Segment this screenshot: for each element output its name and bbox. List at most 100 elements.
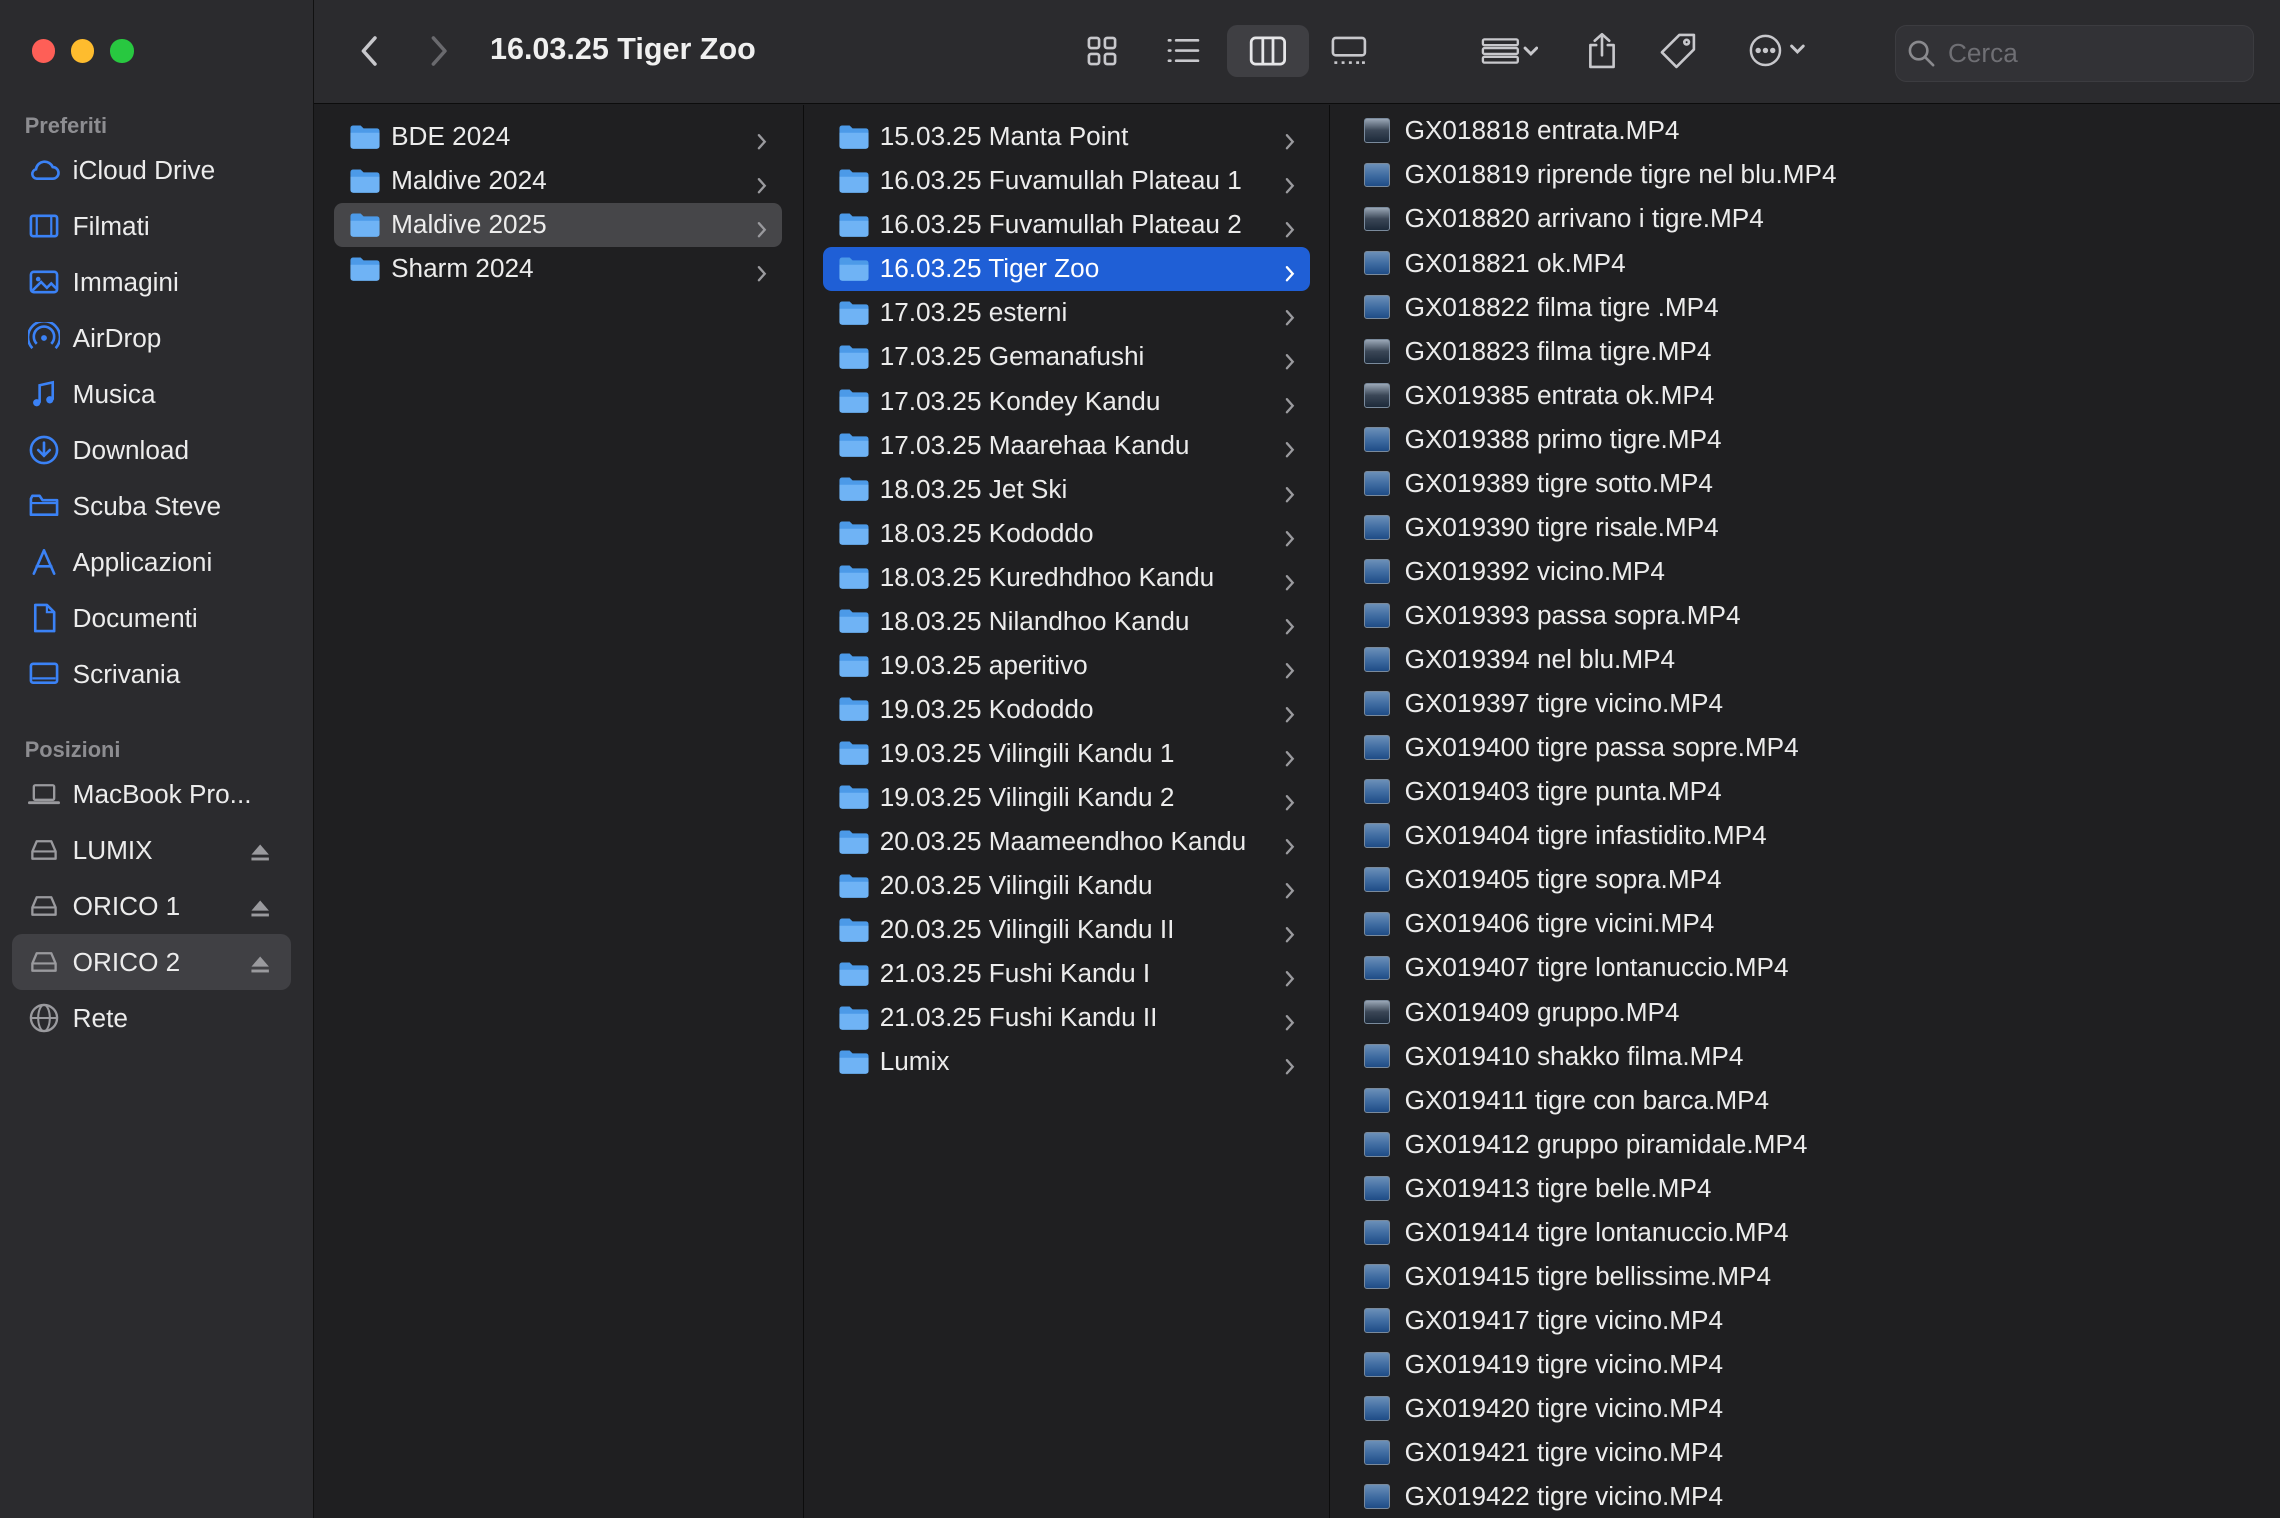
file-row[interactable]: GX019403 tigre punta.MP4 (1363, 770, 1722, 814)
sidebar-item-lumix[interactable]: LUMIX (12, 822, 291, 878)
folder-row[interactable]: Lumix (823, 1040, 1310, 1084)
file-name: GX019400 tigre passa sopre.MP4 (1404, 732, 1799, 763)
column-2[interactable]: 15.03.25 Manta Point 16.03.25 Fuvamullah … (804, 104, 1331, 1518)
sidebar-item-immagini[interactable]: Immagini (12, 254, 291, 310)
file-row[interactable]: GX019421 tigre vicino.MP4 (1363, 1431, 1723, 1475)
view-icons-button[interactable] (1076, 25, 1128, 77)
folder-row[interactable]: 19.03.25 Vilingili Kandu 2 (823, 776, 1310, 820)
file-row[interactable]: GX019397 tigre vicino.MP4 (1363, 682, 1723, 726)
file-row[interactable]: GX019385 entrata ok.MP4 (1363, 373, 1714, 417)
file-row[interactable]: GX018819 riprende tigre nel blu.MP4 (1363, 153, 1837, 197)
more-actions-button[interactable] (1739, 25, 1820, 77)
share-button[interactable] (1579, 25, 1626, 77)
sidebar-item-scuba-steve[interactable]: Scuba Steve (12, 478, 291, 534)
file-name: GX019417 tigre vicino.MP4 (1404, 1304, 1724, 1335)
group-by-button[interactable] (1469, 25, 1550, 77)
folder-row[interactable]: 16.03.25 Fuvamullah Plateau 2 (823, 203, 1310, 247)
file-row[interactable]: GX018820 arrivano i tigre.MP4 (1363, 197, 1764, 241)
minimize-window-button[interactable] (71, 39, 95, 63)
forward-button[interactable] (419, 25, 460, 77)
file-row[interactable]: GX019422 tigre vicino.MP4 (1363, 1475, 1723, 1518)
column-3-files[interactable]: GX018818 entrata.MP4 GX018819 riprende ti… (1331, 105, 2280, 1518)
sidebar-item-filmati[interactable]: Filmati (12, 198, 291, 254)
sidebar-item-orico-1[interactable]: ORICO 1 (12, 878, 291, 934)
folder-row[interactable]: 18.03.25 Jet Ski (823, 467, 1310, 511)
file-row[interactable]: GX019406 tigre vicini.MP4 (1363, 902, 1714, 946)
folder-row[interactable]: 21.03.25 Fushi Kandu I (823, 952, 1310, 996)
folder-row[interactable]: 21.03.25 Fushi Kandu II (823, 996, 1310, 1040)
folder-row[interactable]: 18.03.25 Kuredhdhoo Kandu (823, 555, 1310, 599)
file-row[interactable]: GX019392 vicino.MP4 (1363, 550, 1665, 594)
eject-icon[interactable] (250, 840, 270, 861)
file-row[interactable]: GX019410 shakko filma.MP4 (1363, 1034, 1743, 1078)
folder-row[interactable]: 17.03.25 esterni (823, 291, 1310, 335)
folder-row[interactable]: 19.03.25 aperitivo (823, 644, 1310, 688)
folder-row[interactable]: BDE 2024 (334, 115, 782, 159)
file-row[interactable]: GX019414 tigre lontanuccio.MP4 (1363, 1211, 1789, 1255)
folder-row[interactable]: 17.03.25 Gemanafushi (823, 335, 1310, 379)
folder-row[interactable]: 17.03.25 Maarehaa Kandu (823, 423, 1310, 467)
file-row[interactable]: GX018823 filma tigre.MP4 (1363, 329, 1711, 373)
file-row[interactable]: GX019413 tigre belle.MP4 (1363, 1166, 1711, 1210)
sidebar-item-orico-2[interactable]: ORICO 2 (11, 934, 291, 991)
view-columns-button[interactable] (1227, 24, 1309, 78)
folder-row[interactable]: 20.03.25 Vilingili Kandu (823, 864, 1310, 908)
folder-row[interactable]: 17.03.25 Kondey Kandu (823, 379, 1310, 423)
eject-icon[interactable] (250, 896, 270, 917)
sidebar-item-download[interactable]: Download (12, 422, 291, 478)
file-row[interactable]: GX019389 tigre sotto.MP4 (1363, 462, 1713, 506)
view-list-button[interactable] (1157, 25, 1209, 77)
back-button[interactable] (349, 25, 390, 77)
eject-icon[interactable] (250, 952, 270, 973)
sidebar-item-scrivania[interactable]: Scrivania (12, 646, 291, 702)
chevron-right-icon (1284, 479, 1296, 502)
folder-row[interactable]: 15.03.25 Manta Point (823, 115, 1310, 159)
file-row[interactable]: GX019411 tigre con barca.MP4 (1363, 1078, 1769, 1122)
file-row[interactable]: GX019404 tigre infastidito.MP4 (1363, 814, 1767, 858)
file-row[interactable]: GX019419 tigre vicino.MP4 (1363, 1343, 1723, 1387)
folder-row[interactable]: 18.03.25 Kododdo (823, 511, 1310, 555)
sidebar-item-icloud-drive[interactable]: iCloud Drive (12, 143, 291, 199)
sidebar-item-macbook-pro[interactable]: MacBook Pro... (12, 766, 291, 822)
file-row[interactable]: GX019420 tigre vicino.MP4 (1363, 1387, 1723, 1431)
chevron-right-icon (1284, 391, 1296, 414)
tags-button[interactable] (1655, 25, 1702, 77)
sidebar-item-rete[interactable]: Rete (12, 990, 291, 1046)
folder-row[interactable]: 16.03.25 Tiger Zoo (823, 247, 1311, 291)
file-row[interactable]: GX019400 tigre passa sopre.MP4 (1363, 726, 1799, 770)
file-row[interactable]: GX019393 passa sopra.MP4 (1363, 594, 1741, 638)
file-row[interactable]: GX019412 gruppo piramidale.MP4 (1363, 1122, 1807, 1166)
file-row[interactable]: GX018818 entrata.MP4 (1363, 109, 1679, 153)
laptop-icon (27, 778, 60, 810)
folder-row[interactable]: 16.03.25 Fuvamullah Plateau 1 (823, 159, 1310, 203)
folder-row[interactable]: 19.03.25 Vilingili Kandu 1 (823, 732, 1310, 776)
file-row[interactable]: GX019388 primo tigre.MP4 (1363, 417, 1722, 461)
folder-row[interactable]: Sharm 2024 (334, 247, 782, 291)
file-row[interactable]: GX019394 nel blu.MP4 (1363, 638, 1675, 682)
sidebar-item-airdrop[interactable]: AirDrop (12, 310, 291, 366)
folder-row[interactable]: 20.03.25 Vilingili Kandu II (823, 908, 1310, 952)
folder-row[interactable]: 19.03.25 Kododdo (823, 688, 1310, 732)
file-row[interactable]: GX019415 tigre bellissime.MP4 (1363, 1255, 1771, 1299)
file-row[interactable]: GX019409 gruppo.MP4 (1363, 990, 1679, 1034)
view-gallery-button[interactable] (1323, 25, 1375, 77)
folder-name: 18.03.25 Kuredhdhoo Kandu (879, 561, 1215, 592)
sidebar-item-applicazioni[interactable]: Applicazioni (12, 534, 291, 590)
chevron-right-icon (1284, 259, 1296, 282)
column-1[interactable]: BDE 2024 Maldive 2024 Maldive 2025 Sharm 20… (314, 104, 804, 1518)
file-row[interactable]: GX019390 tigre risale.MP4 (1363, 506, 1719, 550)
zoom-window-button[interactable] (110, 39, 134, 63)
file-row[interactable]: GX019417 tigre vicino.MP4 (1363, 1299, 1724, 1343)
folder-row[interactable]: 20.03.25 Maameendhoo Kandu (823, 820, 1310, 864)
search-field[interactable]: Cerca (1894, 24, 2255, 82)
file-row[interactable]: GX018822 filma tigre .MP4 (1363, 285, 1719, 329)
folder-row[interactable]: Maldive 2025 (334, 202, 783, 247)
sidebar-item-documenti[interactable]: Documenti (12, 590, 291, 646)
file-row[interactable]: GX019405 tigre sopra.MP4 (1363, 858, 1722, 902)
folder-row[interactable]: Maldive 2024 (334, 159, 782, 203)
close-window-button[interactable] (31, 39, 56, 63)
folder-row[interactable]: 18.03.25 Nilandhoo Kandu (823, 600, 1310, 644)
file-row[interactable]: GX019407 tigre lontanuccio.MP4 (1363, 946, 1789, 990)
file-row[interactable]: GX018821 ok.MP4 (1363, 241, 1626, 285)
sidebar-item-musica[interactable]: Musica (12, 366, 291, 422)
